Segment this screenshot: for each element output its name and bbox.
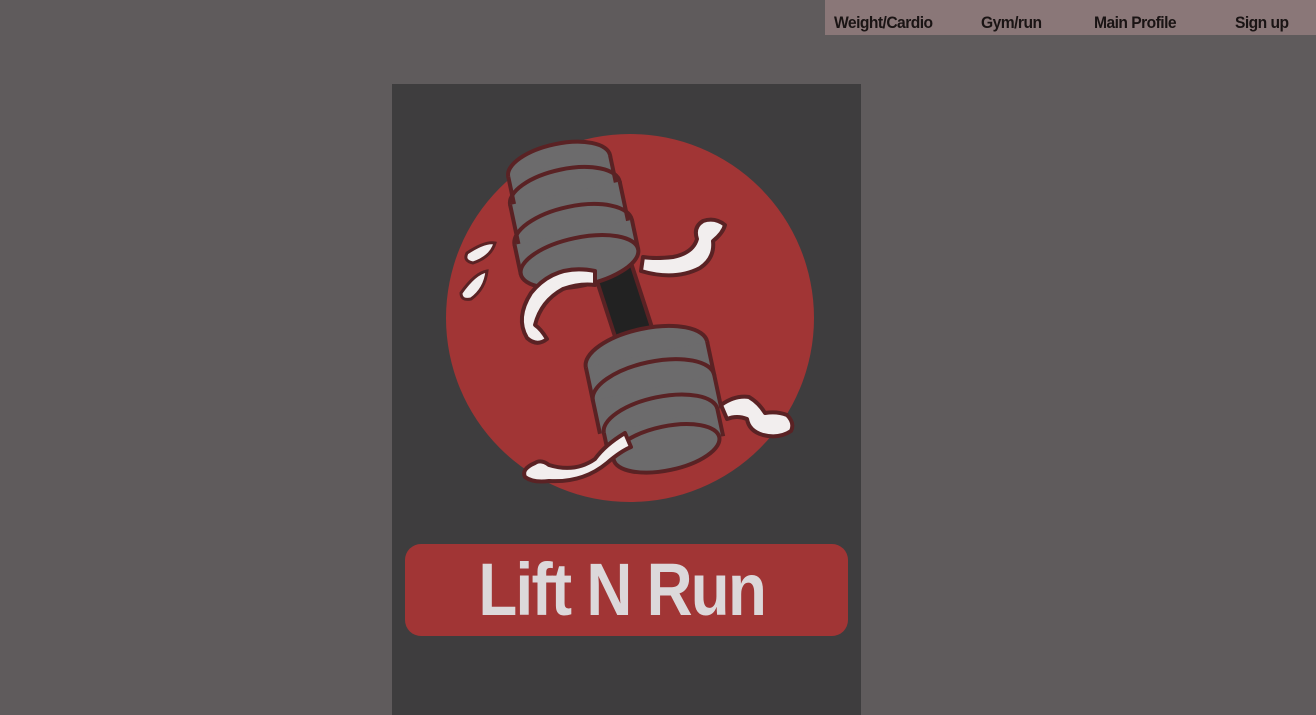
brand-banner: Lift N Run bbox=[405, 544, 848, 636]
nav-link-weight-cardio[interactable]: Weight/Cardio bbox=[834, 0, 933, 35]
running-dumbbell-icon bbox=[446, 134, 814, 502]
nav-link-main-profile[interactable]: Main Profile bbox=[1094, 0, 1177, 35]
nav-link-gym-run[interactable]: Gym/run bbox=[981, 0, 1042, 35]
top-navigation: Weight/Cardio Gym/run Main Profile Sign … bbox=[825, 0, 1316, 35]
page: Weight/Cardio Gym/run Main Profile Sign … bbox=[0, 0, 1316, 715]
nav-link-sign-up[interactable]: Sign up bbox=[1235, 0, 1289, 35]
brand-title: Lift N Run bbox=[478, 548, 766, 631]
hero-panel: Lift N Run bbox=[392, 84, 861, 715]
